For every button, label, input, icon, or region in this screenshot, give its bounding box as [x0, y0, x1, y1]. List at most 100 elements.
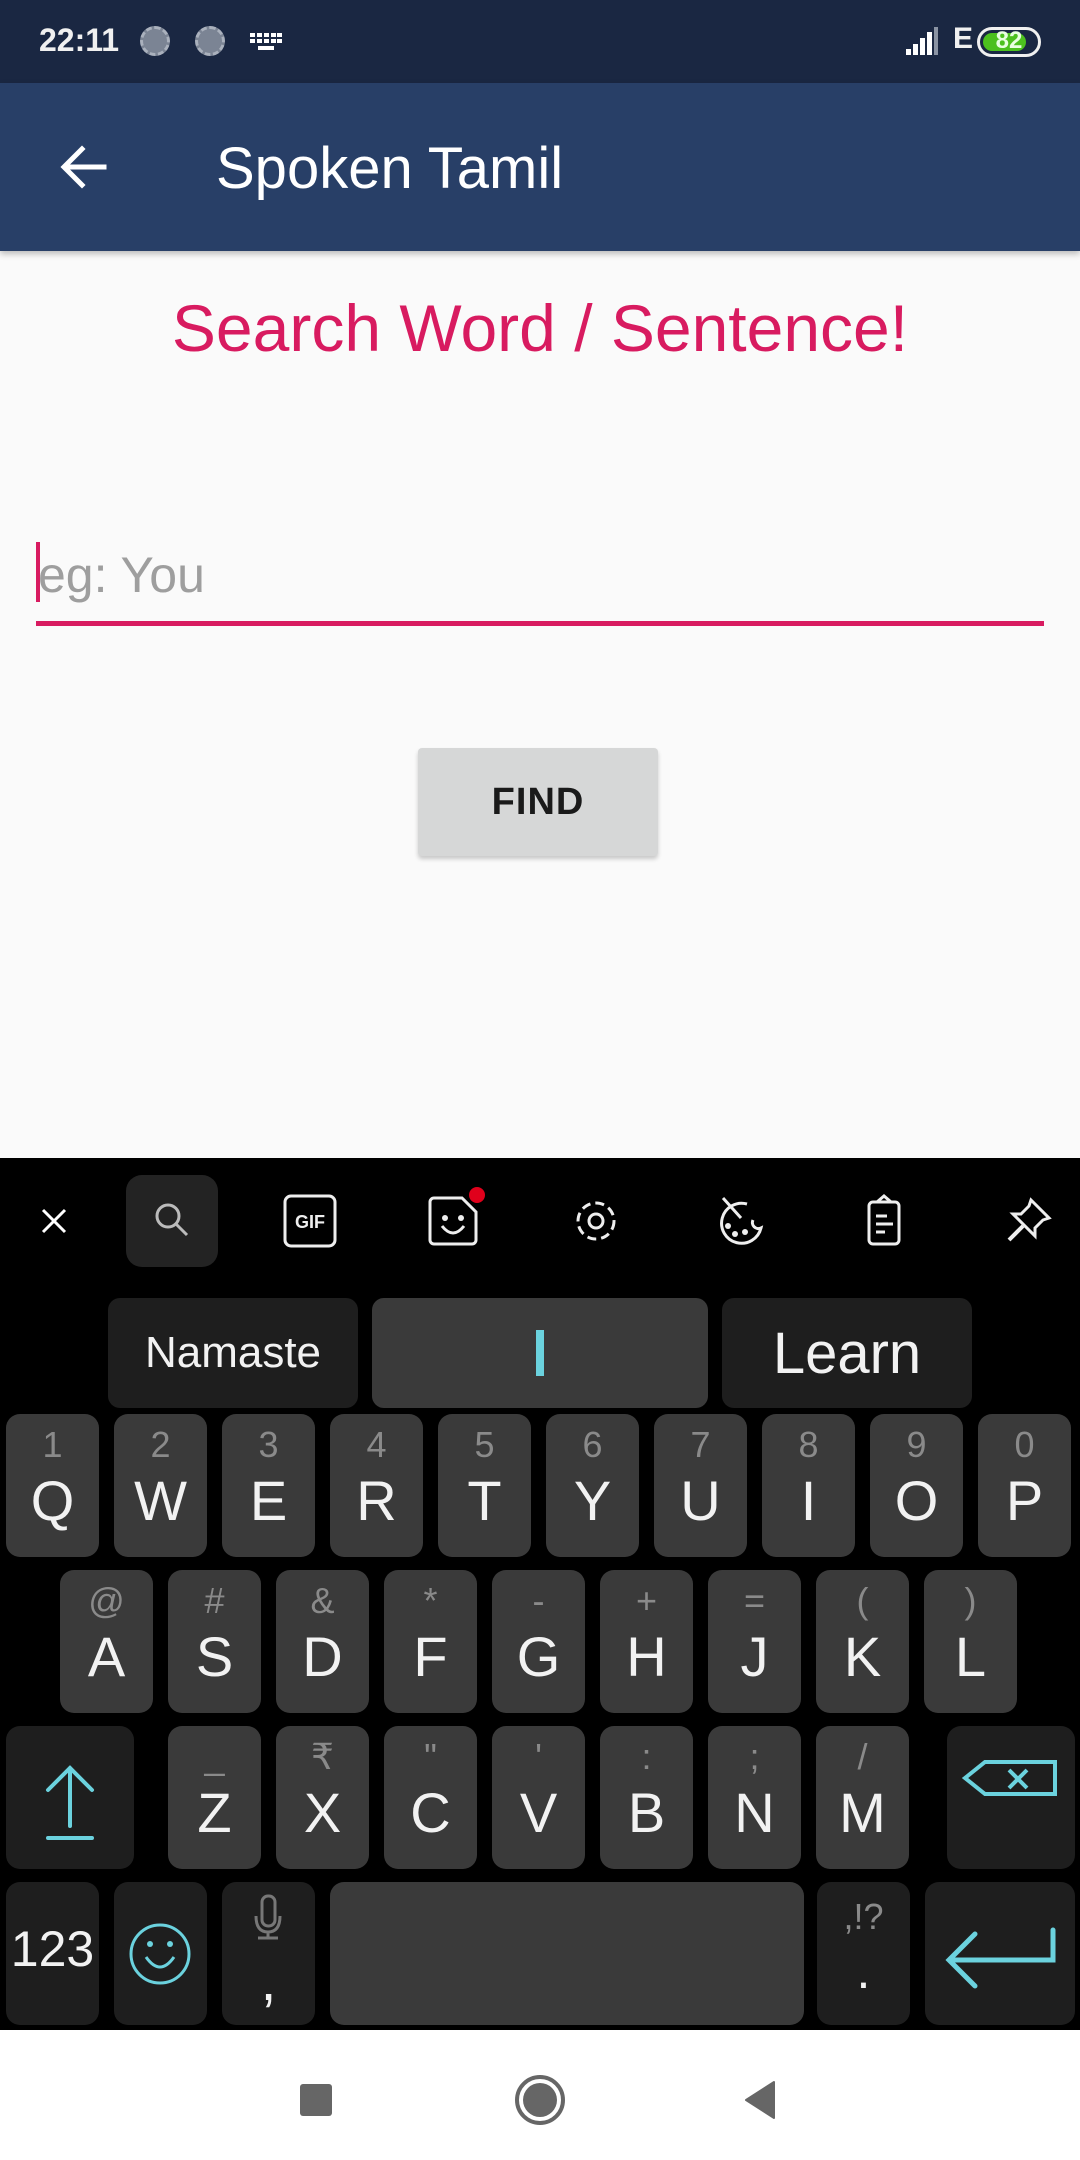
battery-percent: 82 — [995, 27, 1023, 54]
key-e[interactable]: 3E — [222, 1414, 315, 1557]
key-x[interactable]: ₹ X — [276, 1726, 369, 1869]
key-k[interactable]: (K — [816, 1570, 909, 1713]
recents-icon[interactable] — [286, 2070, 346, 2130]
backspace-icon — [961, 1760, 1057, 1796]
close-toolbar-button[interactable] — [8, 1175, 100, 1267]
key-i[interactable]: 8I — [762, 1414, 855, 1557]
key-alt-label: - — [532, 1580, 545, 1621]
key-alt-label: * — [423, 1580, 438, 1621]
key-t[interactable]: 5T — [438, 1414, 531, 1557]
app-bar: Spoken Tamil — [0, 83, 1080, 251]
key-alt-label: : — [641, 1736, 652, 1777]
key-alt-label: 2 — [150, 1424, 171, 1465]
space-key[interactable] — [330, 1882, 804, 2025]
key-label: K — [843, 1625, 882, 1688]
home-icon[interactable] — [510, 2070, 570, 2130]
key-a[interactable]: @ A — [60, 1570, 153, 1713]
key-alt-label: 4 — [366, 1424, 387, 1465]
soft-keyboard: GIF Namaste Learn 1 Q 2 W 3 E 4 R 5 T 6 Y 7 U 8 I 9 O 0 P @ A… — [0, 1158, 1080, 2030]
key-alt-label: 8 — [798, 1424, 819, 1465]
gif-icon: GIF — [283, 1194, 337, 1248]
key-y[interactable]: 6Y — [546, 1414, 639, 1557]
key-v[interactable]: ' V — [492, 1726, 585, 1869]
key-alt-label: & — [310, 1580, 335, 1621]
arrow-left-icon[interactable] — [52, 135, 116, 199]
key-label: V — [519, 1781, 558, 1844]
key-j[interactable]: = J — [708, 1570, 801, 1713]
key-h[interactable]: + H — [600, 1570, 693, 1713]
keyboard-icon — [250, 33, 282, 50]
signal-icon — [906, 27, 938, 55]
key-l[interactable]: ) L — [924, 1570, 1017, 1713]
key-d[interactable]: & D — [276, 1570, 369, 1713]
keyboard-toolbar: GIF — [0, 1158, 1080, 1288]
clipboard-icon — [867, 1194, 901, 1246]
key-n[interactable]: ; N — [708, 1726, 801, 1869]
key-p[interactable]: 0P — [978, 1414, 1071, 1557]
key-alt-label: 0 — [1014, 1424, 1035, 1465]
key-r[interactable]: 4R — [330, 1414, 423, 1557]
shift-key[interactable] — [6, 1726, 134, 1869]
period-key[interactable]: ,!? . — [817, 1882, 910, 2025]
key-b[interactable]: :B — [600, 1726, 693, 1869]
key-m[interactable]: / M — [816, 1726, 909, 1869]
key-alt-label: " — [424, 1736, 437, 1777]
comma-key[interactable]: , — [222, 1882, 315, 2025]
suggestion-item[interactable]: Namaste — [108, 1298, 358, 1408]
backspace-key[interactable] — [947, 1726, 1075, 1869]
key-label: A — [87, 1625, 126, 1688]
key-alt-label: ₹ — [311, 1736, 334, 1777]
key-alt-label: ; — [749, 1736, 760, 1777]
key-z[interactable]: _ Z — [168, 1726, 261, 1869]
key-u[interactable]: 7U — [654, 1414, 747, 1557]
search-field[interactable] — [36, 530, 1044, 626]
key-label: P — [1005, 1469, 1044, 1532]
key-label: I — [800, 1469, 817, 1532]
key-label: D — [302, 1625, 343, 1688]
gif-button[interactable]: GIF — [264, 1175, 356, 1267]
key-label: J — [740, 1625, 769, 1688]
key-g[interactable]: -G — [492, 1570, 585, 1713]
enter-key[interactable] — [925, 1882, 1075, 2025]
clipboard-button[interactable] — [838, 1175, 930, 1267]
key-label: B — [627, 1781, 666, 1844]
settings-button[interactable] — [550, 1175, 642, 1267]
key-alt-label: ( — [856, 1580, 869, 1621]
key-q[interactable]: 1Q — [6, 1414, 99, 1557]
key-label: T — [467, 1469, 502, 1532]
key-w[interactable]: 2W — [114, 1414, 207, 1557]
key-alt-label: 1 — [42, 1424, 63, 1465]
key-f[interactable]: * F — [384, 1570, 477, 1713]
key-s[interactable]: # S — [168, 1570, 261, 1713]
key-alt-label: ' — [535, 1736, 542, 1777]
suggestion-item[interactable]: Learn — [722, 1298, 972, 1408]
sticker-icon — [428, 1196, 478, 1246]
suggestion-item-current[interactable] — [372, 1298, 708, 1408]
search-button[interactable] — [126, 1175, 218, 1267]
pin-button[interactable] — [982, 1175, 1074, 1267]
search-input[interactable] — [36, 530, 1044, 620]
key-o[interactable]: 9O — [870, 1414, 963, 1557]
clock: 22:11 — [39, 22, 120, 58]
key-alt-label: 5 — [474, 1424, 495, 1465]
emoji-key[interactable] — [114, 1882, 207, 2025]
sticker-button[interactable] — [407, 1175, 499, 1267]
notification-dot — [469, 1187, 485, 1203]
key-label: M — [839, 1781, 886, 1844]
key-alt-label: 9 — [906, 1424, 927, 1465]
pin-icon — [1007, 1197, 1052, 1242]
find-button[interactable]: FIND — [418, 748, 658, 856]
numbers-key[interactable]: 123 — [6, 1882, 99, 2025]
key-alt-label: 7 — [690, 1424, 711, 1465]
theme-button[interactable] — [694, 1175, 786, 1267]
suggestion-strip: Namaste Learn — [0, 1288, 1080, 1408]
key-label: O — [894, 1469, 939, 1532]
status-bar: 22:11 E 82 — [0, 0, 1080, 83]
period-label: . — [856, 1943, 871, 1999]
key-alt-label: @ — [88, 1580, 125, 1621]
shift-icon — [46, 1765, 94, 1840]
sync-icon — [140, 26, 170, 56]
back-icon[interactable] — [732, 2070, 792, 2130]
settings-icon — [576, 1201, 616, 1241]
key-c[interactable]: " C — [384, 1726, 477, 1869]
